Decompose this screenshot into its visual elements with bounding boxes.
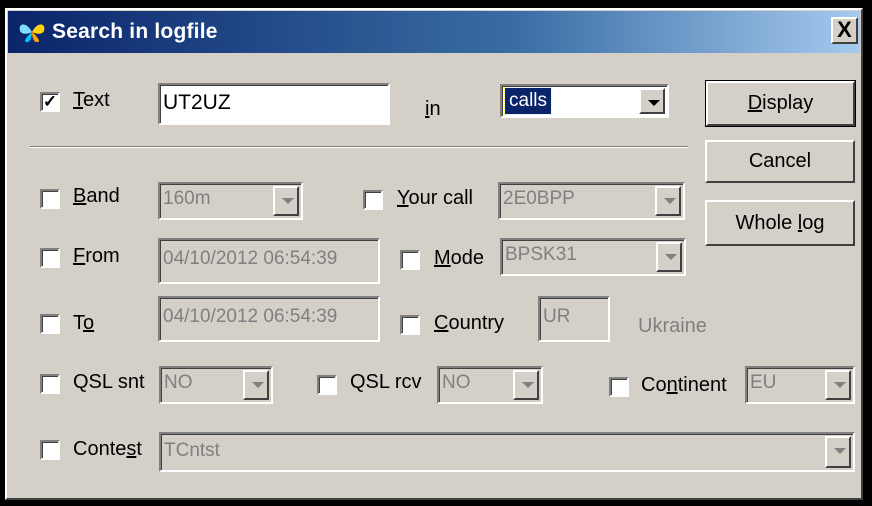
qsl-snt-label: QSL snt	[73, 371, 145, 393]
band-select[interactable]: 160m	[158, 182, 303, 220]
chevron-down-icon[interactable]	[825, 370, 851, 400]
qsl-snt-checkbox[interactable]	[40, 374, 60, 394]
mode-select[interactable]: BPSK31	[500, 238, 686, 276]
continent-label: Continent	[641, 374, 727, 396]
title-bar[interactable]: Search in logfile X	[8, 11, 860, 53]
qsl-snt-value: NO	[164, 372, 193, 393]
close-button[interactable]: X	[831, 17, 858, 44]
whole-log-button[interactable]: Whole log	[705, 200, 855, 246]
contest-select[interactable]: TCntst	[159, 432, 855, 472]
chevron-down-icon[interactable]	[825, 436, 851, 468]
butterfly-icon	[19, 24, 45, 43]
text-input[interactable]: UT2UZ	[158, 83, 390, 125]
window-title: Search in logfile	[52, 20, 218, 43]
chevron-down-icon[interactable]	[655, 186, 681, 216]
chevron-down-icon[interactable]	[243, 370, 269, 400]
cancel-button[interactable]: Cancel	[705, 140, 855, 183]
country-label: Country	[434, 312, 505, 334]
continent-checkbox[interactable]	[609, 377, 629, 397]
mode-value: BPSK31	[505, 244, 577, 265]
whole-log-label: Whole log	[735, 212, 825, 234]
chevron-down-icon[interactable]	[273, 186, 299, 216]
your-call-label: Your call	[397, 187, 473, 209]
mode-label: Mode	[434, 247, 485, 269]
contest-value: TCntst	[164, 440, 220, 461]
from-checkbox[interactable]	[40, 248, 60, 268]
qsl-rcv-checkbox[interactable]	[317, 375, 337, 395]
qsl-rcv-label: QSL rcv	[350, 371, 422, 393]
from-input[interactable]: 04/10/2012 06:54:39	[158, 238, 380, 284]
country-input[interactable]: UR	[538, 296, 610, 342]
mode-checkbox[interactable]	[400, 250, 420, 270]
display-label-rest: isplay	[762, 92, 814, 114]
chevron-down-icon[interactable]	[513, 370, 539, 400]
qsl-snt-select[interactable]: NO	[159, 366, 273, 404]
separator	[30, 146, 688, 148]
chevron-down-icon[interactable]	[639, 88, 665, 114]
contest-label: Contest	[73, 438, 142, 460]
to-checkbox[interactable]	[40, 314, 60, 334]
display-button[interactable]: Display	[705, 80, 856, 127]
band-checkbox[interactable]	[40, 189, 60, 209]
country-checkbox[interactable]	[400, 315, 420, 335]
chevron-down-icon[interactable]	[656, 242, 682, 272]
continent-value: EU	[750, 372, 777, 393]
band-label: Band	[73, 185, 120, 207]
to-input[interactable]: 04/10/2012 06:54:39	[158, 296, 380, 342]
band-value: 160m	[163, 188, 211, 209]
to-label: To	[73, 312, 95, 334]
qsl-rcv-value: NO	[442, 372, 471, 393]
contest-checkbox[interactable]	[40, 440, 60, 460]
your-call-value: 2E0BPP	[503, 188, 575, 209]
text-checkbox[interactable]: ✓	[40, 92, 60, 112]
country-name: Ukraine	[638, 315, 707, 337]
search-field-selected: calls	[503, 87, 553, 115]
continent-select[interactable]: EU	[745, 366, 855, 404]
in-label: in	[425, 98, 441, 120]
your-call-select[interactable]: 2E0BPP	[498, 182, 685, 220]
from-label: From	[73, 245, 120, 267]
search-field-select[interactable]: calls	[500, 84, 669, 118]
your-call-checkbox[interactable]	[363, 190, 383, 210]
text-label: Text	[73, 89, 110, 111]
qsl-rcv-select[interactable]: NO	[437, 366, 543, 404]
